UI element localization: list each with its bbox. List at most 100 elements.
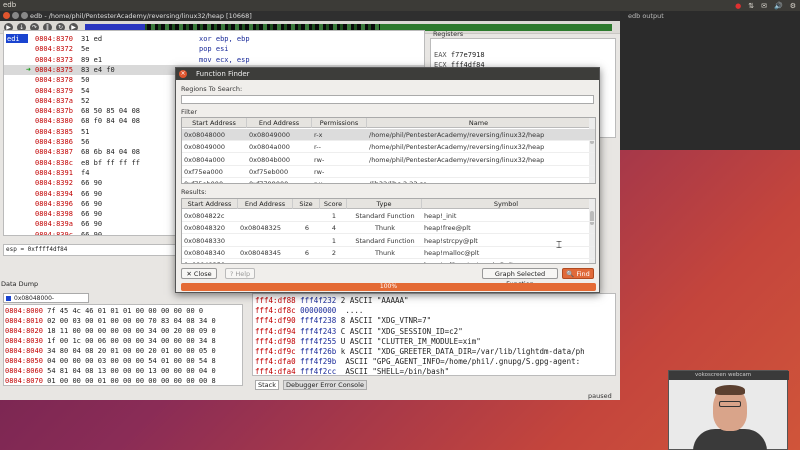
record-icon[interactable]: ● [735, 2, 741, 10]
table-row[interactable]: 0x08048320 0x08048325 6 4 Thunk heap!free@plt [182, 222, 595, 235]
table-cell: 0xf75eb000 [184, 178, 246, 183]
find-button[interactable]: 🔍 Find [562, 268, 594, 279]
instruction-address: 0804:8380 [35, 117, 73, 126]
column-header[interactable]: Score [320, 199, 347, 209]
column-header[interactable]: End Address [238, 199, 293, 209]
dump-row[interactable]: 0804:8050 04 00 00 00 03 00 00 00 54 01 … [5, 356, 216, 366]
table-row[interactable]: 0xf75eb0000xf7798000r-x/lib32/libc-2.23.… [182, 178, 595, 183]
instruction-address: 0804:8387 [35, 148, 73, 157]
dialog-buttons: ✕ Close ? Help Graph Selected Function 🔍… [181, 268, 596, 288]
stack-pane[interactable]: fff4:df88 fff4f232 2 ASCII "AAAAA" fff4:d… [252, 293, 616, 376]
table-row[interactable]: 0x0804a000 0x0804b000 rw- /home/phil/Pentes… [182, 154, 595, 166]
regions-table[interactable]: Start Address End Address Permissions Name … [181, 117, 596, 184]
regions-search-input[interactable] [181, 95, 594, 104]
stack-row[interactable]: fff4:df9c fff4f26b k ASCII "XDG_GREETER_… [255, 347, 585, 358]
table-cell: 0x0804a000 [184, 155, 225, 164]
system-tray: ● ⇅ ✉ 🔊 ⚙ [735, 0, 796, 11]
table-cell: /home/phil/PentesterAcademy/reversing/li… [369, 143, 545, 152]
table-row[interactable]: 0x08048000 0x08049000 r-x/home/phil/Pentes… [182, 129, 595, 141]
instruction-address: 0804:8375 [35, 65, 73, 74]
mail-icon[interactable]: ✉ [761, 2, 767, 10]
register-row[interactable]: EAX f77e7918 [434, 51, 485, 59]
table-row[interactable]: 0x08048340 0x08048345 6 2 Thunk heap!malloc@p… [182, 247, 595, 259]
dump-row[interactable]: 0804:8030 1f 00 1c 00 06 00 00 00 34 00 … [5, 336, 216, 346]
minimize-window-icon[interactable] [12, 12, 19, 19]
table-row[interactable]: 0x08049000 0x0804a000 r-- /home/phil/Pentes… [182, 141, 595, 154]
stack-row[interactable]: fff4:df94 fff4f243 C ASCII "XDG_SESSION_… [255, 327, 463, 338]
stack-row[interactable]: fff4:dfa0 fff4f29b ASCII "GPG_AGENT_INFO… [255, 357, 580, 368]
instruction-bytes: 66 90 [81, 189, 103, 198]
dump-row[interactable]: 0804:8040 34 80 04 08 20 01 00 00 20 01 … [5, 346, 216, 356]
webcam-window: vokoscreen webcam [668, 370, 789, 450]
table-cell [322, 259, 346, 263]
instruction-bytes: 5e [81, 45, 90, 54]
results-table[interactable]: Start Address End Address Size Score Type Sym… [181, 198, 596, 264]
table-cell: r-x [314, 131, 323, 139]
instruction-bytes: 50 [81, 76, 90, 85]
instruction-address: 0804:8394 [35, 189, 73, 198]
webcam-person-shirt [693, 429, 767, 450]
maximize-window-icon[interactable] [21, 12, 28, 19]
column-header[interactable]: Symbol [422, 199, 591, 209]
register-marker: edi [6, 34, 28, 43]
column-header[interactable]: Size [293, 199, 320, 209]
close-button[interactable]: ✕ Close [181, 268, 217, 279]
close-icon[interactable]: × [179, 70, 187, 78]
table-cell: 0x08049000 [184, 143, 226, 152]
close-window-icon[interactable] [3, 12, 10, 19]
column-header[interactable]: Start Address [182, 199, 238, 209]
webcam-person-glasses [719, 401, 741, 407]
disassembly-row[interactable]: 0804:8372 5e pop esi [4, 44, 424, 54]
settings-icon[interactable]: ⚙ [790, 2, 796, 10]
instruction-bytes: 68 f0 84 04 08 [81, 117, 141, 126]
table-cell: 2 [331, 248, 337, 257]
column-header[interactable]: Start Address [182, 118, 247, 128]
stack-row[interactable]: fff4:df88 fff4f232 2 ASCII "AAAAA" [255, 296, 409, 307]
stack-row[interactable]: fff4:dfa4 fff4f2cc ASCII "SHELL=/bin/bas… [255, 367, 449, 375]
instruction-address: 0804:837b [35, 107, 73, 116]
dump-row[interactable]: 0804:8070 01 00 00 00 01 00 00 00 00 00 … [5, 376, 216, 385]
instruction-address: 0804:839a [35, 220, 73, 229]
function-finder-dialog: Function Finder × Regions To Search: Fil… [175, 67, 600, 293]
column-header[interactable]: End Address [247, 118, 312, 128]
instruction-bytes: 66 90 [81, 230, 103, 236]
column-header[interactable]: Name [367, 118, 591, 128]
stack-row[interactable]: fff4:df98 fff4f255 U ASCII "CLUTTER_IM_M… [255, 337, 481, 348]
dump-row[interactable]: 0804:8000 7f 45 4c 46 01 01 01 00 00 00 … [5, 306, 203, 316]
table-cell: /lib32/libc-2.23.so [369, 178, 590, 183]
table-row[interactable]: 0x0804822c 1 Standard Function heap!_init [182, 210, 595, 222]
table-cell: 0x0804b000 [249, 155, 291, 164]
table-cell: Thunk [374, 224, 396, 233]
help-button[interactable]: ? Help [225, 268, 255, 279]
mouse-cursor-icon: ⌶ [556, 240, 562, 251]
current-instruction-arrow-icon: ➜ [26, 64, 31, 74]
results-label: Results: [181, 188, 207, 196]
data-dump-pane[interactable]: 0804:8000 7f 45 4c 46 01 01 01 00 00 00 … [3, 304, 243, 386]
table-cell: 0x08048325 [240, 224, 282, 233]
data-dump-tab[interactable]: 0x08048000-0x08049000 [3, 293, 89, 311]
stack-tabs: Stack Debugger Error Console [255, 380, 367, 390]
network-icon[interactable]: ⇅ [748, 2, 754, 10]
dump-row[interactable]: 0804:8060 54 81 04 08 13 00 00 00 13 00 … [5, 366, 216, 376]
table-cell [295, 235, 319, 247]
table-row[interactable]: 0x08048350 heap!__libc_start_main@plt [182, 259, 595, 263]
tab-debugger-error-console[interactable]: Debugger Error Console [283, 380, 367, 390]
disassembly-row[interactable]: 0804:8373 89 e1 mov ecx, esp [4, 55, 424, 65]
table-row[interactable]: 0xf75ea000 0xf75eb000 rw- [182, 166, 595, 178]
stack-row[interactable]: fff4:df90 fff4f238 8 ASCII "XDG_VTNR=7" [255, 316, 431, 327]
disassembly-row[interactable]: edi 0804:8370 31 ed xor ebp, ebp [4, 34, 424, 44]
instruction-bytes: 66 90 [81, 210, 103, 219]
instruction-bytes: 51 [81, 127, 90, 136]
dump-row[interactable]: 0804:8020 18 11 00 00 00 00 00 00 34 00 … [5, 326, 216, 336]
volume-icon[interactable]: 🔊 [774, 2, 783, 10]
stack-row[interactable]: fff4:df8c 00000000 .... [255, 306, 363, 317]
tab-stack[interactable]: Stack [255, 380, 279, 390]
dump-row[interactable]: 0804:8010 02 00 03 00 01 00 00 00 70 83 … [5, 316, 216, 326]
table-cell: 0xf7798000 [249, 178, 311, 183]
graph-selected-function-button[interactable]: Graph Selected Function [482, 268, 558, 288]
column-header[interactable]: Permissions [312, 118, 367, 128]
table-cell: 0x08049000 [249, 131, 291, 139]
table-cell: 0xf75ea000 [184, 167, 223, 176]
column-header[interactable]: Type [347, 199, 422, 209]
table-row[interactable]: 0x08048330 1 Standard Function heap!strcpy@… [182, 235, 595, 247]
